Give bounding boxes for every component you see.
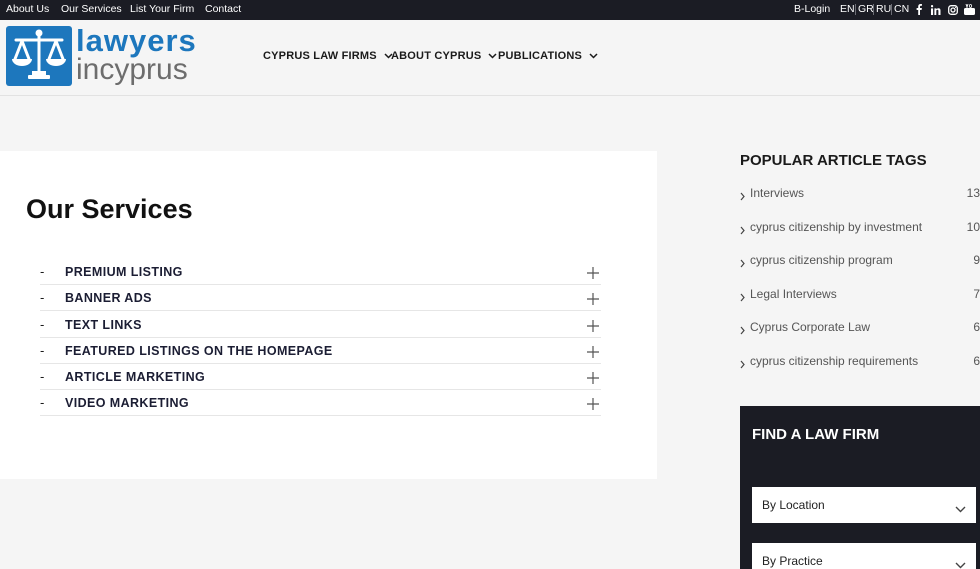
lang-divider <box>891 4 892 15</box>
page-title: Our Services <box>26 194 193 224</box>
plus-icon[interactable] <box>587 319 599 332</box>
chevron-down-icon <box>955 500 966 518</box>
tag-name[interactable]: cyprus citizenship requirements <box>750 354 918 368</box>
accordion-label: BANNER ADS <box>65 291 152 305</box>
nav-label: ABOUT CYPRUS <box>391 50 482 62</box>
plus-icon[interactable] <box>587 292 599 305</box>
select-value: By Practice <box>762 554 823 568</box>
plus-icon[interactable] <box>587 397 599 410</box>
accordion-dash: - <box>40 290 45 305</box>
tag-count: 10 <box>966 220 980 234</box>
tag-count: 6 <box>973 354 980 368</box>
accordion-item[interactable]: - PREMIUM LISTING <box>40 259 601 285</box>
accordion-item[interactable]: - VIDEO MARKETING <box>40 390 601 416</box>
chevron-down-icon <box>955 556 966 569</box>
lang-en[interactable]: EN <box>840 3 855 15</box>
nav-publications[interactable]: PUBLICATIONS <box>498 50 598 62</box>
chevron-right-icon <box>740 356 745 374</box>
accordion-dash: - <box>40 369 45 384</box>
tag-item[interactable]: Interviews 13 <box>740 185 980 201</box>
tag-name[interactable]: cyprus citizenship program <box>750 253 893 267</box>
accordion-dash: - <box>40 317 45 332</box>
lang-divider <box>873 4 874 15</box>
accordion-dash: - <box>40 395 45 410</box>
accordion-item[interactable]: - TEXT LINKS <box>40 312 601 338</box>
accordion-dash: - <box>40 343 45 358</box>
accordion-dash: - <box>40 264 45 279</box>
nav-about-cyprus[interactable]: ABOUT CYPRUS <box>391 50 497 62</box>
tag-item[interactable]: Cyprus Corporate Law 6 <box>740 319 980 335</box>
plus-icon[interactable] <box>587 345 599 358</box>
chevron-right-icon <box>740 289 745 307</box>
tag-name[interactable]: cyprus citizenship by investment <box>750 220 922 234</box>
chevron-right-icon <box>740 322 745 340</box>
chevron-right-icon <box>740 222 745 240</box>
tag-name[interactable]: Cyprus Corporate Law <box>750 320 870 334</box>
plus-icon[interactable] <box>587 266 599 279</box>
tag-item[interactable]: cyprus citizenship program 9 <box>740 252 980 268</box>
tag-name[interactable]: Legal Interviews <box>750 287 837 301</box>
b-login-link[interactable]: B-Login <box>794 3 830 15</box>
find-law-firm-box: FIND A LAW FIRM By Location By Practice <box>740 406 980 569</box>
chevron-right-icon <box>740 255 745 273</box>
find-law-firm-title: FIND A LAW FIRM <box>752 426 880 443</box>
lang-ru[interactable]: RU <box>876 3 891 15</box>
chevron-right-icon <box>740 188 745 206</box>
popular-tags-title: POPULAR ARTICLE TAGS <box>740 152 927 169</box>
logo-text-incyprus[interactable]: incyprus <box>76 54 188 85</box>
facebook-icon[interactable] <box>913 3 924 16</box>
accordion-item[interactable]: - ARTICLE MARKETING <box>40 364 601 390</box>
nav-cyprus-law-firms[interactable]: CYPRUS LAW FIRMS <box>263 50 393 62</box>
instagram-icon[interactable] <box>947 3 958 16</box>
accordion-label: ARTICLE MARKETING <box>65 370 206 384</box>
plus-icon[interactable] <box>587 371 599 384</box>
top-bar: About Us Our Services List Your Firm Con… <box>0 0 980 20</box>
nav-label: CYPRUS LAW FIRMS <box>263 50 377 62</box>
accordion-label: TEXT LINKS <box>65 318 142 332</box>
select-value: By Location <box>762 498 825 512</box>
accordion-item[interactable]: - BANNER ADS <box>40 285 601 311</box>
tag-item[interactable]: cyprus citizenship requirements 6 <box>740 353 980 369</box>
services-panel: Our Services - PREMIUM LISTING - BANNER … <box>0 151 657 479</box>
youtube-icon[interactable] <box>964 3 975 16</box>
top-link-contact[interactable]: Contact <box>205 3 241 15</box>
tag-count: 7 <box>973 287 980 301</box>
lang-gr[interactable]: GR <box>858 3 874 15</box>
top-link-about-us[interactable]: About Us <box>6 3 49 15</box>
tag-count: 6 <box>973 320 980 334</box>
site-header: lawyers incyprus CYPRUS LAW FIRMS ABOUT … <box>0 20 980 96</box>
chevron-down-icon <box>488 53 497 59</box>
lang-cn[interactable]: CN <box>894 3 909 15</box>
tag-count: 13 <box>966 186 980 200</box>
top-link-list-your-firm[interactable]: List Your Firm <box>130 3 194 15</box>
accordion-item[interactable]: - FEATURED LISTINGS ON THE HOMEPAGE <box>40 338 601 364</box>
tag-name[interactable]: Interviews <box>750 186 804 200</box>
tag-item[interactable]: cyprus citizenship by investment 10 <box>740 219 980 235</box>
scales-of-justice-icon[interactable] <box>6 26 72 86</box>
nav-label: PUBLICATIONS <box>498 50 583 62</box>
chevron-down-icon <box>589 53 598 59</box>
accordion-label: PREMIUM LISTING <box>65 265 183 279</box>
linkedin-icon[interactable] <box>930 3 941 16</box>
lang-divider <box>855 4 856 15</box>
accordion-label: VIDEO MARKETING <box>65 396 190 410</box>
tag-item[interactable]: Legal Interviews 7 <box>740 286 980 302</box>
select-by-location[interactable]: By Location <box>752 487 976 523</box>
accordion-label: FEATURED LISTINGS ON THE HOMEPAGE <box>65 344 333 358</box>
tag-count: 9 <box>973 253 980 267</box>
top-link-our-services[interactable]: Our Services <box>61 3 122 15</box>
select-by-practice[interactable]: By Practice <box>752 543 976 569</box>
